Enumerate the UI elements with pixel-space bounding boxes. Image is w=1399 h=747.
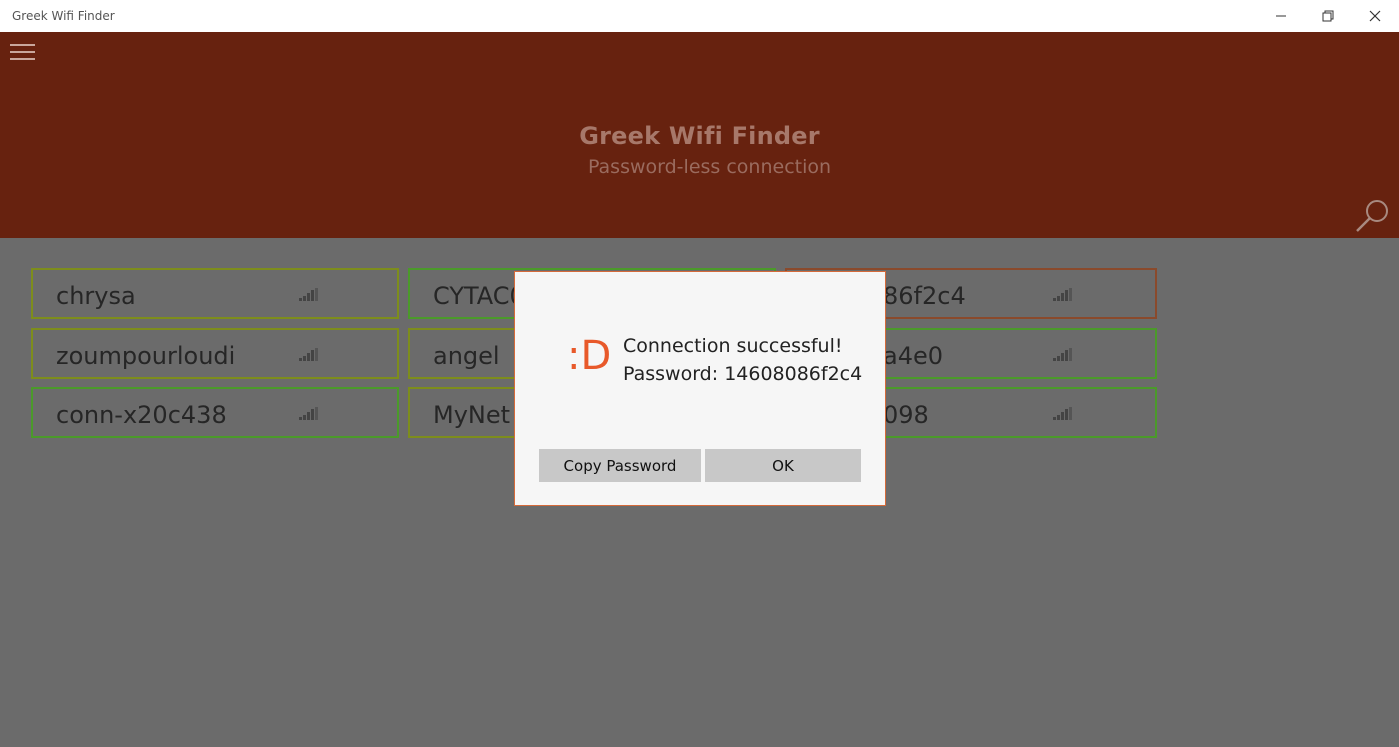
search-button[interactable]	[1354, 198, 1392, 234]
window-titlebar: Greek Wifi Finder	[0, 0, 1399, 32]
copy-password-button[interactable]: Copy Password	[539, 449, 701, 482]
network-tile[interactable]: chrysa	[31, 268, 399, 319]
network-ssid: zoumpourloudi	[56, 342, 236, 370]
close-icon	[1369, 10, 1381, 22]
minimize-icon	[1276, 15, 1286, 17]
network-ssid: conn-x20c438	[56, 401, 227, 429]
app-subtitle: Password-less connection	[587, 156, 832, 178]
app-header: Greek Wifi Finder Password-less connecti…	[0, 32, 1399, 238]
menu-icon[interactable]	[10, 44, 36, 62]
signal-strength-icon	[299, 407, 318, 420]
connection-dialog: :D Connection successful! Password: 1460…	[514, 271, 886, 506]
network-ssid: a4e0	[883, 342, 944, 370]
network-ssid: MyNet	[433, 401, 511, 429]
app-title: Greek Wifi Finder	[579, 122, 820, 150]
network-tile[interactable]: conn-x20c438	[31, 387, 399, 438]
network-ssid: 86f2c4	[883, 282, 966, 310]
network-tile[interactable]: zoumpourloudi	[31, 328, 399, 379]
minimize-button[interactable]	[1258, 0, 1304, 32]
signal-strength-icon	[1053, 348, 1072, 361]
network-ssid: chrysa	[56, 282, 136, 310]
search-icon	[1356, 200, 1388, 232]
restore-icon	[1322, 10, 1334, 22]
signal-strength-icon	[299, 348, 318, 361]
ok-button[interactable]: OK	[705, 449, 861, 482]
signal-strength-icon	[1053, 407, 1072, 420]
dialog-password: Password: 14608086f2c4	[623, 363, 863, 385]
signal-strength-icon	[299, 288, 318, 301]
network-ssid: CYTAC0	[433, 282, 525, 310]
restore-button[interactable]	[1305, 0, 1351, 32]
window-title: Greek Wifi Finder	[12, 9, 115, 23]
network-ssid: 098	[883, 401, 929, 429]
network-ssid: angel	[433, 342, 500, 370]
happy-face-icon: :D	[567, 333, 612, 379]
close-button[interactable]	[1352, 0, 1398, 32]
signal-strength-icon	[1053, 288, 1072, 301]
dialog-message: Connection successful!	[623, 335, 843, 357]
